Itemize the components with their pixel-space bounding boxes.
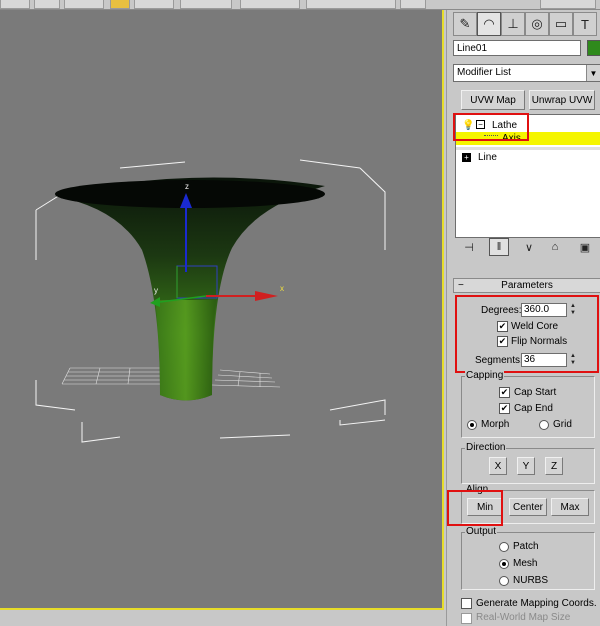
grid-label: Grid xyxy=(553,419,572,430)
cap-start-label: Cap Start xyxy=(514,387,557,398)
object-color-swatch[interactable] xyxy=(587,40,600,56)
flip-normals-label: Flip Normals xyxy=(511,336,568,347)
viewport-status-strip xyxy=(0,612,446,626)
modifier-list-label: Modifier List xyxy=(457,67,511,78)
degrees-label: Degrees: xyxy=(481,305,522,316)
viewport-scene: z x y xyxy=(35,159,386,443)
gen-mapping-label: Generate Mapping Coords. xyxy=(476,598,597,609)
chevron-down-icon: ▼ xyxy=(586,65,600,81)
nurbs-radio[interactable] xyxy=(499,576,509,586)
toolbar-button[interactable] xyxy=(34,0,60,9)
hierarchy-icon: ⊥ xyxy=(507,16,519,31)
direction-y-button[interactable]: Y xyxy=(517,457,535,475)
toolbar-button[interactable] xyxy=(400,0,426,9)
perspective-viewport[interactable]: z x y xyxy=(0,10,444,610)
morph-label: Morph xyxy=(481,419,510,430)
lightbulb-icon[interactable]: 💡 xyxy=(462,119,474,132)
modifier-stack: 💡 − Lathe Axis + Line xyxy=(455,114,600,238)
toolbar-button[interactable] xyxy=(64,0,104,9)
command-panel-tabs: ✎ ◠ ⊥ ◎ ▭ T xyxy=(451,12,599,36)
real-world-checkbox[interactable] xyxy=(461,613,472,624)
utilities-icon: T xyxy=(581,16,589,32)
align-min-button[interactable]: Min xyxy=(467,498,503,516)
axis-label: Axis xyxy=(502,133,521,144)
direction-title: Direction xyxy=(465,442,507,453)
uvw-map-button[interactable]: UVW Map xyxy=(461,90,525,110)
stack-item-lathe[interactable]: 💡 − Lathe xyxy=(456,119,600,132)
configure-sets-icon[interactable]: ▣ xyxy=(575,238,595,256)
toolbar-button[interactable] xyxy=(0,0,30,9)
cap-start-checkbox[interactable]: ✔ xyxy=(499,387,510,398)
motion-icon: ◎ xyxy=(531,16,543,31)
direction-z-button[interactable]: Z xyxy=(545,457,563,475)
cap-end-checkbox[interactable]: ✔ xyxy=(499,403,510,414)
collapse-icon[interactable]: − xyxy=(476,120,485,129)
object-name-field[interactable]: Line01 xyxy=(453,40,581,56)
stack-item-axis[interactable]: Axis xyxy=(456,132,600,145)
axis-z-label: z xyxy=(185,182,189,191)
nurbs-label: NURBS xyxy=(513,575,549,586)
minus-icon: − xyxy=(458,280,464,291)
patch-label: Patch xyxy=(513,541,539,552)
create-icon: ✎ xyxy=(459,16,471,31)
pin-stack-icon[interactable]: ⊣ xyxy=(459,238,479,256)
stack-toolbar: ⊣ ‖ ∨ ⌂ ▣ xyxy=(455,236,600,258)
segments-label: Segments: xyxy=(475,355,523,366)
utilities-tab[interactable]: T xyxy=(573,12,597,36)
segments-spinner[interactable]: ▲ ▼ xyxy=(569,353,577,367)
expand-icon[interactable]: + xyxy=(462,153,471,162)
weld-core-label: Weld Core xyxy=(511,321,559,332)
stack-separator xyxy=(456,147,600,150)
main-toolbar xyxy=(0,0,600,10)
reference-coord-dropdown[interactable] xyxy=(180,0,232,9)
show-end-result-icon[interactable]: ‖ xyxy=(489,238,509,256)
modify-tab[interactable]: ◠ xyxy=(477,12,501,36)
unwrap-uvw-button[interactable]: Unwrap UVW xyxy=(529,90,595,110)
create-tab[interactable]: ✎ xyxy=(453,12,477,36)
align-max-button[interactable]: Max xyxy=(551,498,589,516)
toolbar-button[interactable] xyxy=(134,0,174,9)
toolbar-button[interactable] xyxy=(240,0,300,9)
mesh-label: Mesh xyxy=(513,558,538,569)
real-world-label: Real-World Map Size xyxy=(476,612,571,623)
hierarchy-tab[interactable]: ⊥ xyxy=(501,12,525,36)
toolbar-button[interactable] xyxy=(540,0,596,9)
tree-line xyxy=(484,135,498,136)
align-title: Align xyxy=(465,484,490,495)
remove-modifier-icon[interactable]: ⌂ xyxy=(545,238,565,256)
modify-icon: ◠ xyxy=(483,16,495,31)
display-tab[interactable]: ▭ xyxy=(549,12,573,36)
direction-x-button[interactable]: X xyxy=(489,457,507,475)
modifier-list-dropdown[interactable]: Modifier List ▼ xyxy=(453,64,600,82)
axis-x-label: x xyxy=(280,284,284,293)
toolbar-button[interactable] xyxy=(306,0,396,9)
segments-input[interactable]: 36 xyxy=(521,353,567,367)
parameters-rollout-header[interactable]: − Parameters xyxy=(453,278,600,293)
capping-title: Capping xyxy=(465,370,505,381)
weld-core-checkbox[interactable]: ✔ xyxy=(497,321,508,332)
morph-radio[interactable] xyxy=(467,420,477,430)
degrees-spinner[interactable]: ▲ ▼ xyxy=(569,303,577,317)
command-panel: ✎ ◠ ⊥ ◎ ▭ T Line01 Modifier List ▼ UVW M… xyxy=(446,10,600,626)
cap-end-label: Cap End xyxy=(514,403,553,414)
select-tool-button[interactable] xyxy=(110,0,130,9)
degrees-input[interactable]: 360.0 xyxy=(521,303,567,317)
align-center-button[interactable]: Center xyxy=(509,498,547,516)
stack-item-line[interactable]: + Line xyxy=(456,151,600,164)
line-label: Line xyxy=(478,152,497,163)
make-unique-icon[interactable]: ∨ xyxy=(519,238,539,256)
parameters-title: Parameters xyxy=(501,280,553,291)
mesh-radio[interactable] xyxy=(499,559,509,569)
motion-tab[interactable]: ◎ xyxy=(525,12,549,36)
patch-radio[interactable] xyxy=(499,542,509,552)
lathe-label: Lathe xyxy=(492,120,518,131)
flip-normals-checkbox[interactable]: ✔ xyxy=(497,336,508,347)
display-icon: ▭ xyxy=(554,16,568,31)
grid-radio[interactable] xyxy=(539,420,549,430)
gen-mapping-checkbox[interactable] xyxy=(461,598,472,609)
output-title: Output xyxy=(465,526,498,537)
axis-y-label: y xyxy=(154,286,158,295)
